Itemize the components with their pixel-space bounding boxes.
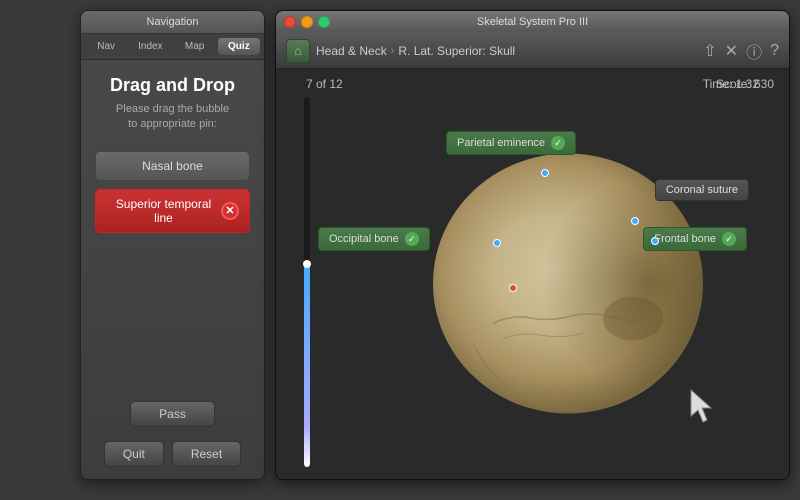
answer-superior-temporal-line[interactable]: Superior temporal line ✕ bbox=[95, 189, 250, 233]
tab-index[interactable]: Index bbox=[129, 38, 171, 55]
help-icon[interactable]: ? bbox=[770, 42, 779, 60]
bottom-buttons: Quit Reset bbox=[104, 441, 241, 467]
progress-label: 7 of 12 bbox=[306, 77, 343, 91]
tools-icon[interactable]: ✕ bbox=[725, 41, 738, 61]
label-occipital-bone: Occipital bone ✓ bbox=[318, 227, 430, 251]
main-titlebar: Skeletal System Pro III bbox=[276, 11, 789, 33]
nav-bottom: Pass Quit Reset bbox=[81, 401, 264, 467]
check-occipital: ✓ bbox=[405, 232, 419, 246]
tab-quiz[interactable]: Quiz bbox=[218, 38, 260, 55]
quit-button[interactable]: Quit bbox=[104, 441, 164, 467]
home-button[interactable]: ⌂ bbox=[286, 39, 310, 63]
breadcrumb: Head & Neck › R. Lat. Superior: Skull bbox=[316, 44, 697, 58]
close-button[interactable] bbox=[284, 16, 296, 28]
nav-tabs: Nav Index Map Quiz bbox=[81, 34, 264, 60]
label-parietal-eminence: Parietal eminence ✓ bbox=[446, 131, 576, 155]
toolbar-icons: ⇧ ✕ ⓘ ? bbox=[703, 39, 779, 63]
progress-dot bbox=[303, 260, 311, 268]
info-icon[interactable]: ⓘ bbox=[746, 39, 762, 63]
pin-extra bbox=[509, 284, 517, 292]
hud-info: 7 of 12 Time: 1:32 bbox=[276, 77, 789, 91]
nav-title: Navigation bbox=[81, 11, 264, 34]
nav-panel: Navigation Nav Index Map Quiz Drag and D… bbox=[80, 10, 265, 480]
minimize-button[interactable] bbox=[301, 16, 313, 28]
progress-bar bbox=[304, 97, 310, 467]
breadcrumb-subsection: R. Lat. Superior: Skull bbox=[398, 44, 515, 58]
window-controls bbox=[284, 16, 330, 28]
quiz-heading: Drag and Drop bbox=[110, 75, 235, 96]
progress-fill bbox=[304, 264, 310, 468]
tab-map[interactable]: Map bbox=[174, 38, 216, 55]
main-toolbar: ⌂ Head & Neck › R. Lat. Superior: Skull … bbox=[276, 33, 789, 69]
nav-content: Drag and Drop Please drag the bubbleto a… bbox=[81, 60, 264, 256]
pass-button[interactable]: Pass bbox=[130, 401, 215, 427]
share-icon[interactable]: ⇧ bbox=[703, 41, 716, 61]
pin-coronal bbox=[631, 217, 639, 225]
maximize-button[interactable] bbox=[318, 16, 330, 28]
breadcrumb-sep1: › bbox=[391, 45, 395, 57]
breadcrumb-section: Head & Neck bbox=[316, 44, 387, 58]
quiz-subtext: Please drag the bubbleto appropriate pin… bbox=[116, 102, 229, 133]
check-parietal: ✓ bbox=[551, 136, 565, 150]
tab-nav[interactable]: Nav bbox=[85, 38, 127, 55]
reset-button[interactable]: Reset bbox=[172, 441, 241, 467]
main-panel: Skeletal System Pro III ⌂ Head & Neck › … bbox=[275, 10, 790, 480]
label-coronal-suture: Coronal suture bbox=[655, 179, 749, 201]
answer-nasal-bone[interactable]: Nasal bone bbox=[95, 151, 250, 181]
wrong-icon: ✕ bbox=[221, 202, 239, 220]
score-label: Score: 630 bbox=[716, 77, 774, 91]
pin-parietal bbox=[541, 169, 549, 177]
main-content: 7 of 12 Time: 1:32 Score: 630 bbox=[276, 69, 789, 479]
pin-frontal bbox=[651, 237, 659, 245]
check-frontal: ✓ bbox=[722, 232, 736, 246]
pin-occipital bbox=[493, 239, 501, 247]
cursor bbox=[689, 388, 719, 424]
window-title: Skeletal System Pro III bbox=[477, 16, 588, 28]
